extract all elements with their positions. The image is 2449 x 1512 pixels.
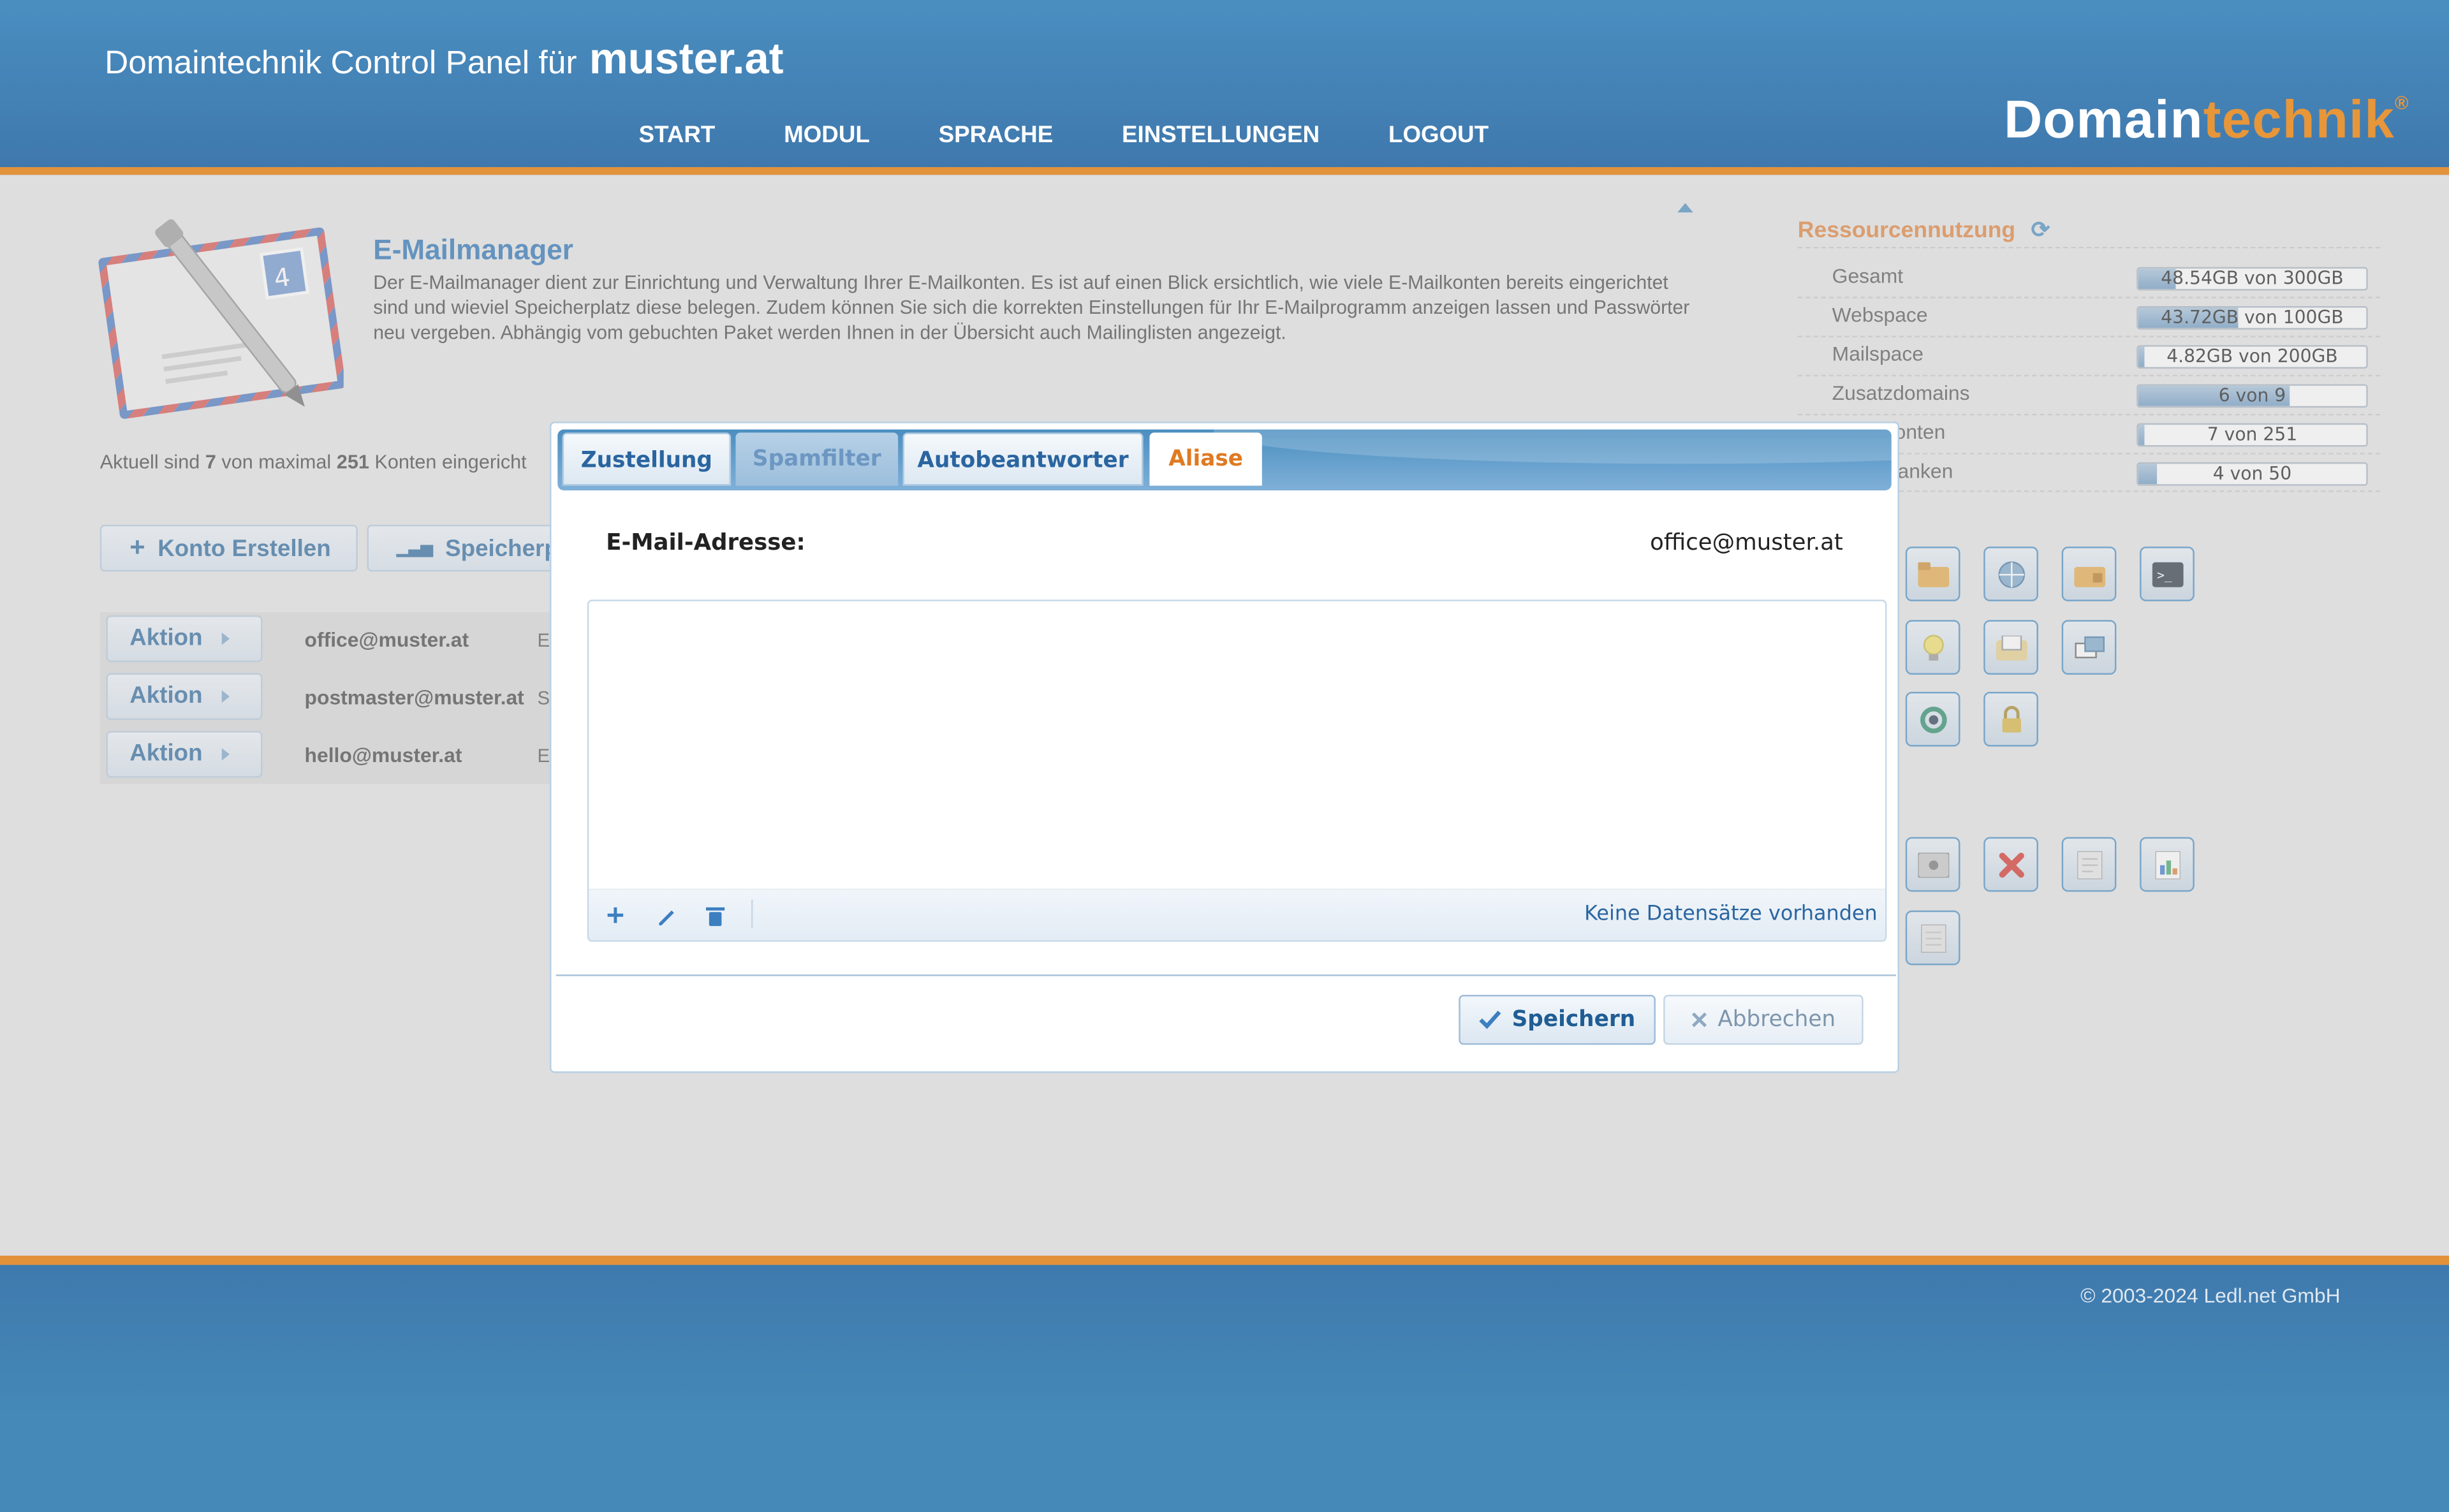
checkmark-icon xyxy=(1479,1010,1501,1029)
close-icon xyxy=(1691,1012,1707,1027)
footer-accent-stripe xyxy=(0,1255,2449,1265)
tab-aliase[interactable]: Aliase xyxy=(1149,432,1262,486)
save-button[interactable]: Speichern xyxy=(1459,995,1656,1045)
cancel-button[interactable]: Abbrechen xyxy=(1663,995,1864,1045)
nav-einstellungen[interactable]: EINSTELLUNGEN xyxy=(1122,122,1320,149)
nav-logout[interactable]: LOGOUT xyxy=(1388,122,1489,149)
edit-icon[interactable] xyxy=(653,903,678,928)
nav-sprache[interactable]: SPRACHE xyxy=(939,122,1054,149)
email-settings-dialog: Zustellung Spamfilter Autobeantworter Al… xyxy=(550,422,1899,1073)
toolbar-separator xyxy=(751,899,753,928)
nav-modul[interactable]: MODUL xyxy=(784,122,870,149)
tab-zustellung[interactable]: Zustellung xyxy=(562,432,732,486)
divider xyxy=(555,974,1897,976)
header-accent-stripe xyxy=(0,167,2449,175)
grid-empty-message: Keine Datensätze vorhanden xyxy=(1584,902,1878,927)
panel-title: Domaintechnik Control Panel für muster.a… xyxy=(105,34,784,84)
copyright: © 2003-2024 Ledl.net GmbH xyxy=(2080,1284,2341,1307)
aliases-grid: Keine Datensätze vorhanden xyxy=(587,599,1887,942)
main-nav: START MODUL SPRACHE EINSTELLUNGEN LOGOUT xyxy=(639,122,1489,149)
trash-icon[interactable] xyxy=(703,903,728,928)
add-icon[interactable] xyxy=(603,903,628,928)
tab-autobeantworter[interactable]: Autobeantworter xyxy=(902,432,1144,486)
email-address-value: office@muster.at xyxy=(1650,531,1843,556)
tab-spamfilter[interactable]: Spamfilter xyxy=(735,432,899,486)
nav-start[interactable]: START xyxy=(639,122,716,149)
email-address-label: E-Mail-Adresse: xyxy=(606,531,805,556)
grid-toolbar: Keine Datensätze vorhanden xyxy=(589,888,1885,941)
panel-title-prefix: Domaintechnik Control Panel für xyxy=(105,45,577,82)
brand-logo: Domaintechnik® xyxy=(2004,91,2409,150)
panel-domain: muster.at xyxy=(589,34,784,83)
